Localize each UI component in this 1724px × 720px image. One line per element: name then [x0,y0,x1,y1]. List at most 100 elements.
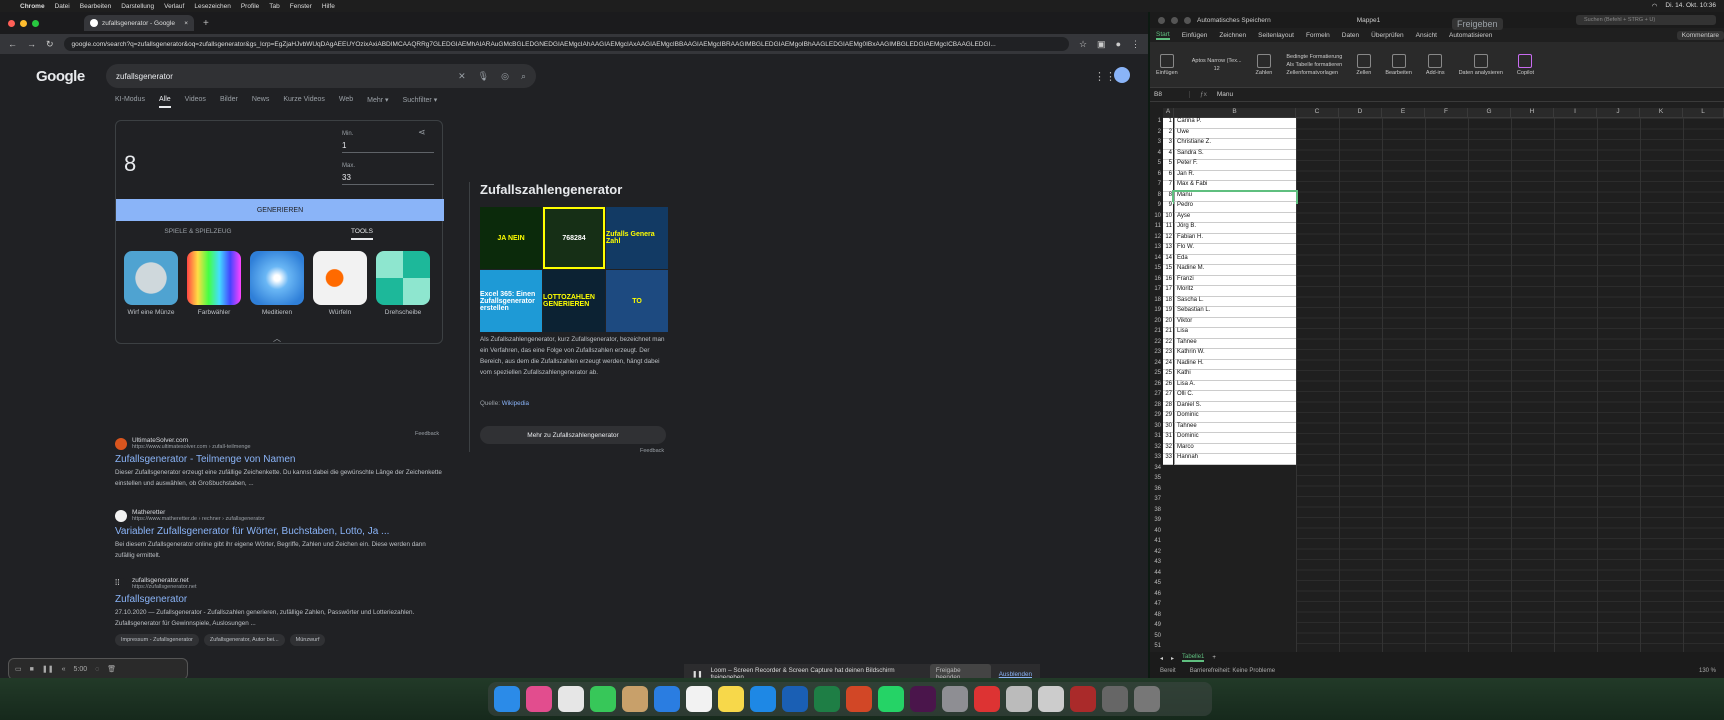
cell-name[interactable]: Jörg B. [1174,223,1296,234]
search-input[interactable]: zufallsgenerator ✕ 🎙︎ ◎ ⌕ [106,64,536,88]
tab-spiele[interactable]: SPIELE & SPIELZEUG [116,225,280,238]
cell-name[interactable]: Tahnee [1174,422,1296,433]
close-window-icon[interactable] [8,19,15,27]
menu-item[interactable]: Lesezeichen [194,3,231,10]
row-header[interactable]: 32 [1150,444,1163,455]
cell-name[interactable]: Kathrin W. [1174,349,1296,360]
addins-button[interactable]: Add-ins [1426,53,1445,76]
row-header[interactable]: 26 [1150,381,1163,392]
conditional-format-button[interactable]: Bedingte Formatierung [1286,54,1342,60]
dock-app-icon[interactable] [846,686,872,712]
tool-coin[interactable]: Wirf eine Münze [124,251,178,316]
row-header[interactable]: 27 [1150,391,1163,402]
cell-number[interactable]: 24 [1163,359,1173,370]
column-header[interactable]: D [1339,108,1382,118]
cell-number[interactable]: 1 [1163,118,1173,129]
kp-image[interactable]: JA NEIN [480,207,542,269]
cell-name[interactable]: Manu [1172,189,1298,204]
nav-bilder[interactable]: Bilder [220,96,238,108]
cell-number[interactable]: 13 [1163,244,1173,255]
next-sheet-icon[interactable]: ▸ [1171,655,1174,662]
dock-app-icon[interactable] [1134,686,1160,712]
dock-app-icon[interactable] [718,686,744,712]
column-header[interactable]: L [1683,108,1724,118]
cell-number[interactable]: 31 [1163,433,1173,444]
nav-suchfilter[interactable]: Suchfilter ▾ [403,96,438,108]
forward-icon[interactable]: → [27,39,36,49]
cell-number[interactable]: 6 [1163,170,1173,181]
row-header[interactable]: 20 [1150,318,1163,329]
pause-icon[interactable]: ❚❚ [42,665,54,673]
cells-button[interactable]: Zellen [1356,53,1371,76]
cell-name[interactable]: Sandra S. [1174,149,1296,160]
paste-button[interactable]: Einfügen [1156,53,1178,76]
dock-app-icon[interactable] [558,686,584,712]
cell-name[interactable]: Sascha L. [1174,296,1296,307]
wifi-icon[interactable]: ◠ [1652,2,1658,10]
feedback-link[interactable]: Feedback [640,448,664,454]
share-icon[interactable]: ⋖ [418,127,426,138]
row-header[interactable]: 37 [1150,496,1163,507]
kp-image[interactable]: TO [606,270,668,332]
column-header[interactable]: H [1511,108,1554,118]
cell-name[interactable]: Uwe [1174,128,1296,139]
nav-mehr[interactable]: Mehr ▾ [367,96,388,108]
row-header[interactable]: 2 [1150,129,1163,140]
cell-number[interactable]: 21 [1163,328,1173,339]
clock[interactable]: Di. 14. Okt. 10:36 [1665,2,1716,10]
dock-app-icon[interactable] [622,686,648,712]
row-header[interactable]: 1 [1150,118,1163,129]
stop-sharing-button[interactable]: Freigabe beenden [929,664,991,678]
row-header[interactable]: 46 [1150,591,1163,602]
row-header[interactable]: 8 [1150,192,1163,203]
add-sheet-icon[interactable]: + [1212,655,1216,661]
cell-name[interactable]: Pedro [1174,202,1296,213]
cell-name[interactable]: Eda [1174,254,1296,265]
prev-sheet-icon[interactable]: ◂ [1160,655,1163,662]
formula-input[interactable]: Manu [1217,91,1233,98]
row-header[interactable]: 5 [1150,160,1163,171]
nav-news[interactable]: News [252,96,270,108]
cell-number[interactable]: 15 [1163,265,1173,276]
cell-number[interactable]: 16 [1163,275,1173,286]
cell-number[interactable]: 33 [1163,454,1173,465]
row-header[interactable]: 41 [1150,538,1163,549]
cell-name[interactable]: Peter F. [1174,160,1296,171]
cell-name[interactable]: Franzi [1174,275,1296,286]
new-tab-icon[interactable]: + [203,18,209,29]
row-header[interactable]: 35 [1150,475,1163,486]
cell-number[interactable]: 8 [1163,191,1173,202]
column-header[interactable]: A [1163,108,1174,118]
menu-item[interactable]: Datei [55,3,70,10]
tab-automatisieren[interactable]: Automatisieren [1449,32,1492,39]
menu-item[interactable]: Darstellung [121,3,154,10]
dock-app-icon[interactable] [814,686,840,712]
max-input[interactable]: 33 [342,173,434,185]
cell-number[interactable]: 4 [1163,149,1173,160]
cell-name[interactable]: Nadine M. [1174,265,1296,276]
cell-name[interactable]: Sebastian L. [1174,307,1296,318]
cell-styles-button[interactable]: Zellenformatvorlagen [1286,70,1338,76]
cell-name[interactable]: Carina P. [1174,118,1296,129]
minimize-window-icon[interactable] [1171,16,1178,24]
nav-videos[interactable]: Videos [185,96,206,108]
kp-image[interactable]: LOTTOZAHLEN GENERIEREN [543,270,605,332]
row-header[interactable]: 49 [1150,622,1163,633]
cell-number[interactable]: 29 [1163,412,1173,423]
menu-item[interactable]: Verlauf [164,3,184,10]
cell-number[interactable]: 9 [1163,202,1173,213]
cell-number[interactable]: 7 [1163,181,1173,192]
cell-number[interactable]: 19 [1163,307,1173,318]
cell-number[interactable]: 10 [1163,212,1173,223]
extensions-icon[interactable]: ▣ [1097,39,1106,50]
result-url[interactable]: https://www.ultimatesolver.com › zufall-… [132,444,251,450]
cell-name[interactable]: Dominic [1174,433,1296,444]
row-header[interactable]: 31 [1150,433,1163,444]
autosave-label[interactable]: Automatisches Speichern [1197,17,1271,24]
row-header[interactable]: 11 [1150,223,1163,234]
cell-name[interactable]: Max & Fabi [1174,181,1296,192]
cell-name[interactable]: Flo W. [1174,244,1296,255]
tab-start[interactable]: Start [1156,31,1170,40]
menu-item[interactable]: Hilfe [322,3,335,10]
row-header[interactable]: 34 [1150,465,1163,476]
